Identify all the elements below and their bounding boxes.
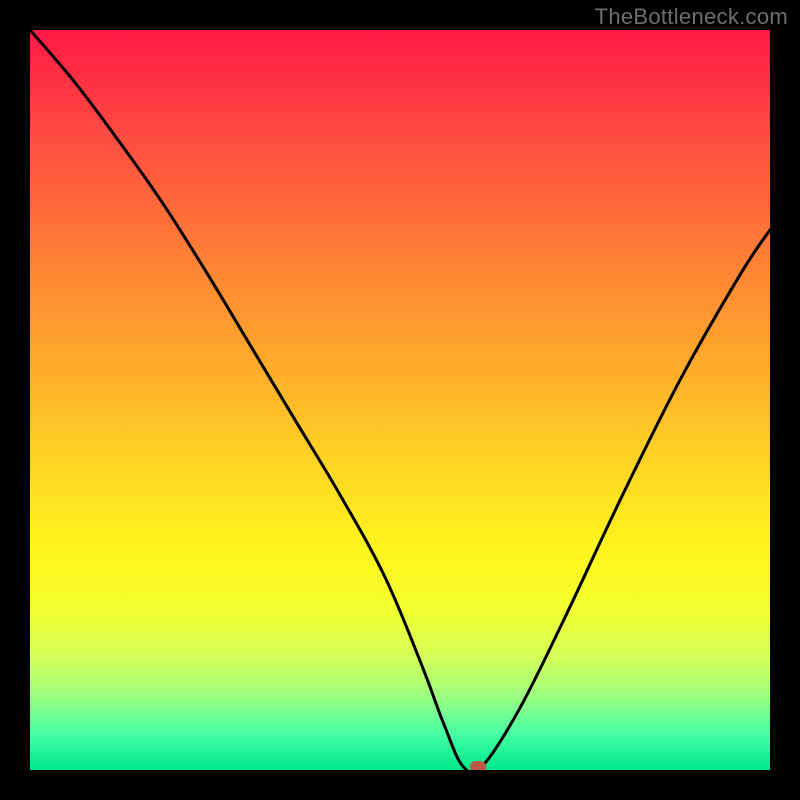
minimum-marker [470, 761, 486, 770]
plot-area [30, 30, 770, 770]
chart-frame: TheBottleneck.com [0, 0, 800, 800]
bottleneck-curve [30, 30, 770, 770]
watermark-text: TheBottleneck.com [595, 4, 788, 30]
